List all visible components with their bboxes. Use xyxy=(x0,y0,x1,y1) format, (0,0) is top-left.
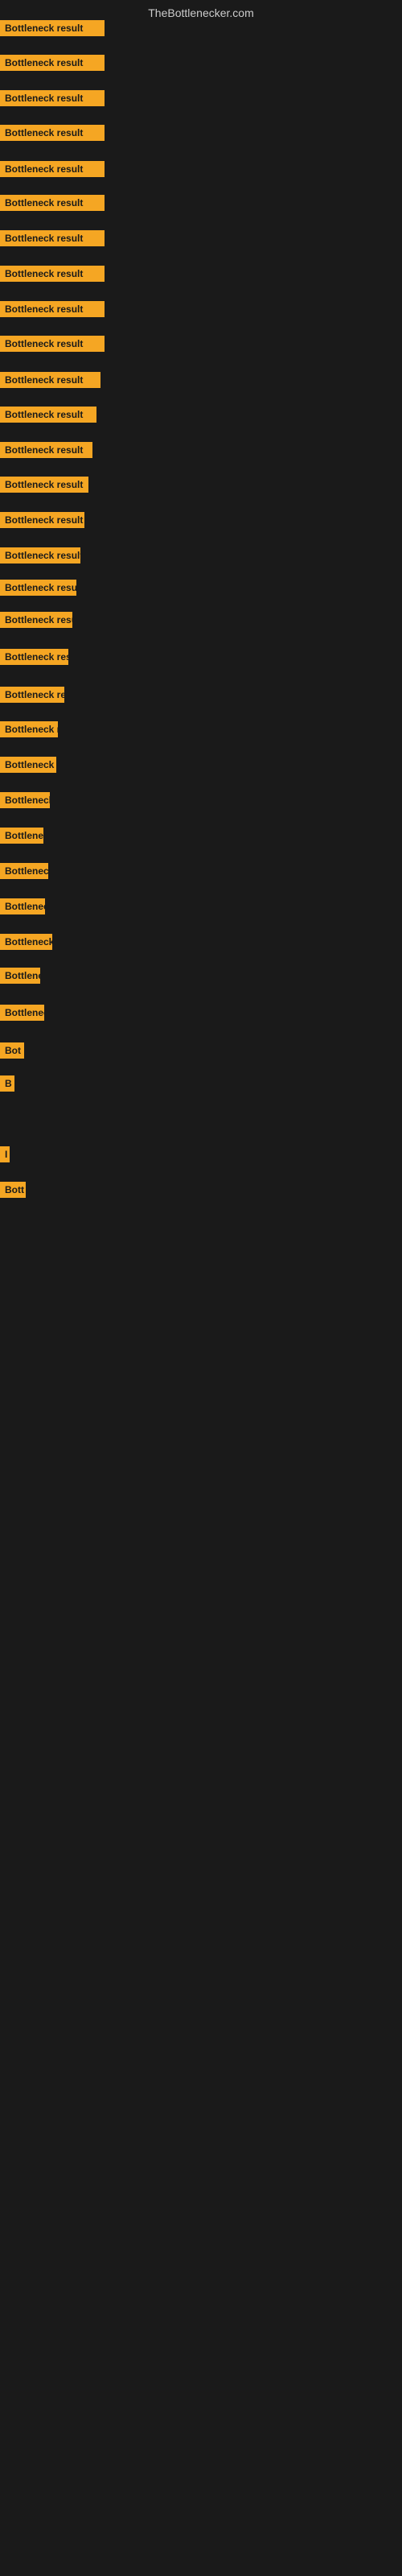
bottleneck-item[interactable]: Bottleneck result xyxy=(0,301,105,321)
bottleneck-label: Bottleneck result xyxy=(0,512,84,528)
site-title: TheBottlenecker.com xyxy=(0,0,402,23)
bottleneck-item[interactable]: I xyxy=(0,1146,10,1166)
bottleneck-item[interactable]: Bottleneck result xyxy=(0,477,88,497)
bottleneck-item[interactable]: Bottleneck r xyxy=(0,863,48,883)
bottleneck-item[interactable]: Bottleneck result xyxy=(0,687,64,707)
bottleneck-item[interactable]: Bottlene xyxy=(0,968,40,988)
bottleneck-item[interactable]: Bottleneck result xyxy=(0,442,92,462)
bottleneck-item[interactable]: B xyxy=(0,1075,14,1096)
bottleneck-label: Bottleneck result xyxy=(0,266,105,282)
bottleneck-item[interactable]: Bottleneck result xyxy=(0,20,105,40)
bottleneck-label: Bottleneck result xyxy=(0,612,72,628)
bottleneck-label: Bottleneck result xyxy=(0,477,88,493)
bottleneck-item[interactable]: Bottleneck r xyxy=(0,792,50,812)
bottleneck-label: Bottleneck xyxy=(0,1005,44,1021)
bottleneck-item[interactable]: Bottlenec xyxy=(0,828,43,848)
bottleneck-item[interactable]: Bottleneck re xyxy=(0,721,58,741)
bottleneck-label: Bottleneck result xyxy=(0,336,105,352)
bottleneck-label: Bottleneck result xyxy=(0,55,105,71)
bottleneck-label: Bottleneck result xyxy=(0,442,92,458)
bottleneck-item[interactable]: Bottleneck result xyxy=(0,230,105,250)
bottleneck-label: Bottleneck result xyxy=(0,230,105,246)
bottleneck-label: Bottleneck result xyxy=(0,125,105,141)
bottleneck-label: Bottleneck r xyxy=(0,792,50,808)
bottleneck-label: Bottleneck result xyxy=(0,407,96,423)
bottleneck-label: Bottleneck result xyxy=(0,757,56,773)
bottleneck-item[interactable]: Bottleneck xyxy=(0,898,45,919)
bottleneck-label: Bottleneck result xyxy=(0,372,100,388)
bottleneck-item[interactable]: Bot xyxy=(0,1042,24,1063)
bottleneck-item[interactable]: Bottleneck result xyxy=(0,125,105,145)
bottleneck-item[interactable]: Bottleneck result xyxy=(0,336,105,356)
bottleneck-item[interactable]: Bottleneck result xyxy=(0,649,68,669)
bottleneck-label: Bottleneck re xyxy=(0,934,52,950)
bottleneck-label: Bottleneck result xyxy=(0,687,64,703)
bottleneck-item[interactable]: Bott xyxy=(0,1182,26,1202)
bottleneck-item[interactable]: Bottleneck result xyxy=(0,757,56,777)
bottleneck-item[interactable]: Bottleneck re xyxy=(0,934,52,954)
bottleneck-item[interactable]: Bottleneck result xyxy=(0,161,105,181)
bottleneck-label: Bottlenec xyxy=(0,828,43,844)
bottleneck-label: Bottleneck result xyxy=(0,20,105,36)
bottleneck-label: Bott xyxy=(0,1182,26,1198)
bottleneck-label: I xyxy=(0,1146,10,1162)
bottleneck-label: B xyxy=(0,1075,14,1092)
bottleneck-label: Bottleneck result xyxy=(0,301,105,317)
bottleneck-item[interactable]: Bottleneck result xyxy=(0,372,100,392)
bottleneck-label: Bottleneck result xyxy=(0,195,105,211)
bottleneck-label: Bottleneck r xyxy=(0,863,48,879)
bottleneck-item[interactable]: Bottleneck result xyxy=(0,580,76,600)
bottleneck-label: Bottleneck xyxy=(0,898,45,914)
bottleneck-item[interactable]: Bottleneck result xyxy=(0,547,80,568)
bottleneck-item[interactable]: Bottleneck result xyxy=(0,407,96,427)
bottleneck-item[interactable]: Bottleneck result xyxy=(0,512,84,532)
bottleneck-label: Bottleneck result xyxy=(0,547,80,564)
bottleneck-item[interactable]: Bottleneck result xyxy=(0,612,72,632)
bottleneck-item[interactable]: Bottleneck result xyxy=(0,195,105,215)
bottleneck-label: Bottleneck re xyxy=(0,721,58,737)
bottleneck-item[interactable]: Bottleneck result xyxy=(0,90,105,110)
bottleneck-label: Bottleneck result xyxy=(0,161,105,177)
bottleneck-label: Bottleneck result xyxy=(0,580,76,596)
bottleneck-item[interactable]: Bottleneck result xyxy=(0,55,105,75)
bottleneck-label: Bottlene xyxy=(0,968,40,984)
bottleneck-item[interactable]: Bottleneck xyxy=(0,1005,44,1025)
bottleneck-item[interactable]: Bottleneck result xyxy=(0,266,105,286)
bottleneck-label: Bottleneck result xyxy=(0,90,105,106)
bottleneck-label: Bottleneck result xyxy=(0,649,68,665)
bottleneck-label: Bot xyxy=(0,1042,24,1059)
